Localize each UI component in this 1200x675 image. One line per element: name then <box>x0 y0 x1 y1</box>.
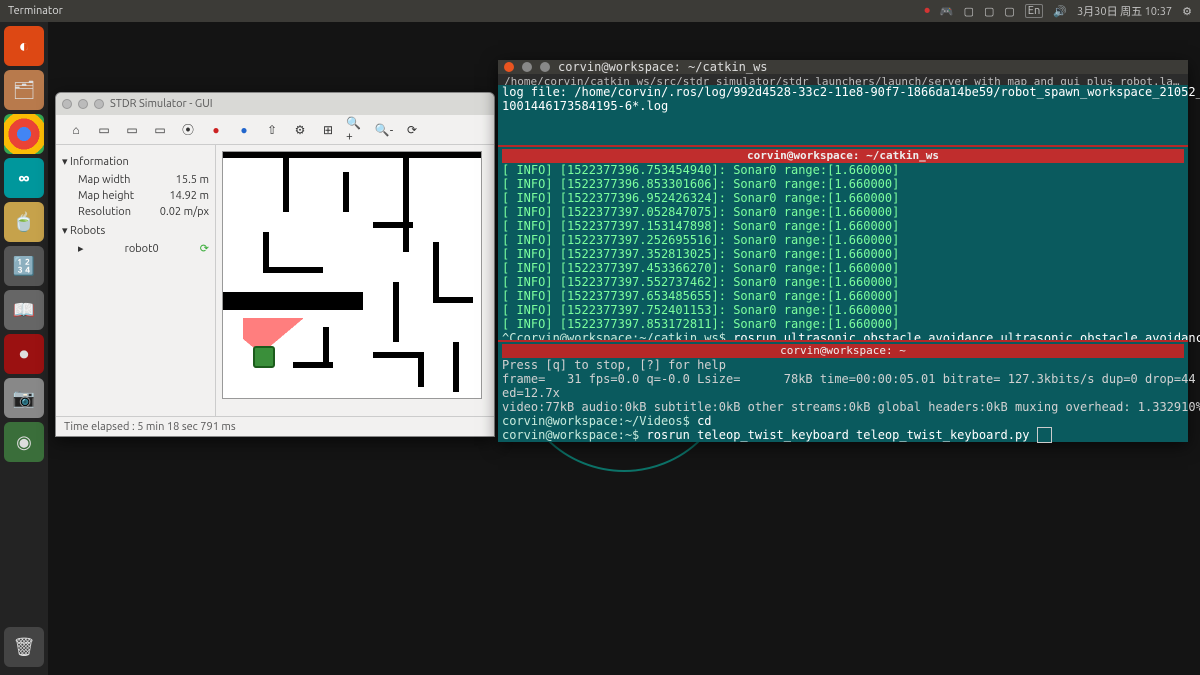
tool-grid-icon[interactable]: ⊞ <box>318 120 338 140</box>
tool-refresh-icon[interactable]: ⟳ <box>402 120 422 140</box>
stdr-title: STDR Simulator - GUI <box>110 98 213 110</box>
launcher-recorder[interactable]: ⏺ <box>4 334 44 374</box>
launcher-calculator[interactable]: 🔢 <box>4 246 44 286</box>
launcher-camera[interactable]: 📷 <box>4 378 44 418</box>
stdr-status: Time elapsed : 5 min 18 sec 791 ms <box>56 416 494 436</box>
stdr-titlebar[interactable]: STDR Simulator - GUI <box>56 93 494 115</box>
terminator-titlebar[interactable]: corvin@workspace: ~/catkin_ws <box>498 60 1188 74</box>
tool-zoom-in-icon[interactable]: 🔍+ <box>346 120 366 140</box>
launcher-dash[interactable]: ◐ <box>4 26 44 66</box>
tool-zoom-out-icon[interactable]: 🔍- <box>374 120 394 140</box>
close-icon[interactable] <box>62 99 72 109</box>
robot-reload-icon[interactable]: ⟳ <box>200 241 209 257</box>
stdr-sidebar: ▾ Information Map width15.5 m Map height… <box>56 145 216 416</box>
unity-launcher: ◐ 🗂 ∞ 🍵 🔢 📖 ⏺ 📷 ◉ 🗑 <box>0 22 48 675</box>
tool-home-icon[interactable]: ⌂ <box>66 120 86 140</box>
tool-red-dot-icon[interactable]: ● <box>206 120 226 140</box>
tool-rect1-icon[interactable]: ▭ <box>94 120 114 140</box>
tool-gear-icon[interactable]: ⚙ <box>290 120 310 140</box>
bot-prompt-line-2: corvin@workspace:~$ rosrun teleop_twist_… <box>502 428 1184 442</box>
launcher-books[interactable]: 📖 <box>4 290 44 330</box>
sq1-icon[interactable]: ▢ <box>964 5 974 18</box>
map-width-row: Map width15.5 m <box>62 172 209 188</box>
terminator-window[interactable]: corvin@workspace: ~/catkin_ws /home/corv… <box>498 60 1188 442</box>
terminal-pane-mid[interactable]: corvin@workspace: ~/catkin_ws [ INFO] [1… <box>498 145 1188 340</box>
maximize-icon[interactable] <box>94 99 104 109</box>
resolution-row: Resolution0.02 m/px <box>62 204 209 220</box>
map-height-row: Map height14.92 m <box>62 188 209 204</box>
maximize-icon[interactable] <box>540 62 550 72</box>
launcher-files[interactable]: 🗂 <box>4 70 44 110</box>
bot-pane-banner: corvin@workspace: ~ <box>502 344 1184 358</box>
sq2-icon[interactable]: ▢ <box>984 5 994 18</box>
tool-blue-dot-icon[interactable]: ● <box>234 120 254 140</box>
mid-output: [ INFO] [1522377396.753454940]: Sonar0 r… <box>502 163 1184 331</box>
robot-marker[interactable] <box>243 318 303 378</box>
minimize-icon[interactable] <box>522 62 532 72</box>
controller-icon[interactable]: 🎮 <box>940 5 954 18</box>
launcher-arduino[interactable]: ∞ <box>4 158 44 198</box>
bot-prompt-line-1: corvin@workspace:~/Videos$ cd <box>502 414 1184 428</box>
menubar-app-name: Terminator <box>8 5 924 17</box>
tool-target-icon[interactable]: ⦿ <box>178 120 198 140</box>
minimize-icon[interactable] <box>78 99 88 109</box>
mid-pane-banner: corvin@workspace: ~/catkin_ws <box>502 149 1184 163</box>
close-icon[interactable] <box>504 62 514 72</box>
terminal-pane-top[interactable]: log file: /home/corvin/.ros/log/992d4528… <box>498 85 1188 145</box>
launcher-green-app[interactable]: ◉ <box>4 422 44 462</box>
stdr-window[interactable]: STDR Simulator - GUI ⌂ ▭ ▭ ▭ ⦿ ● ● ⇧ ⚙ ⊞… <box>55 92 495 437</box>
robot0-row[interactable]: ▸ robot0⟳ <box>62 241 209 257</box>
volume-icon[interactable]: 🔊 <box>1053 5 1067 18</box>
lang-indicator[interactable]: En <box>1025 4 1043 18</box>
cursor-block <box>1037 427 1052 443</box>
terminator-tab[interactable]: /home/corvin/catkin_ws/src/stdr_simulato… <box>498 74 1188 85</box>
clock[interactable]: 3月30日 周五 10:37 <box>1077 3 1172 19</box>
rec-icon[interactable]: ⏺ <box>924 5 930 18</box>
launcher-teapot[interactable]: 🍵 <box>4 202 44 242</box>
terminal-pane-bot[interactable]: corvin@workspace: ~ Press [q] to stop, [… <box>498 340 1188 442</box>
terminator-title: corvin@workspace: ~/catkin_ws <box>558 60 768 74</box>
bot-output: Press [q] to stop, [?] for help frame= 3… <box>502 358 1184 414</box>
stdr-map-canvas[interactable] <box>222 151 482 399</box>
robots-header[interactable]: ▾ Robots <box>62 224 209 237</box>
info-header[interactable]: ▾ Information <box>62 155 209 168</box>
tool-rect2-icon[interactable]: ▭ <box>122 120 142 140</box>
gear-icon[interactable]: ⚙ <box>1182 5 1192 18</box>
sq3-icon[interactable]: ▢ <box>1004 5 1014 18</box>
launcher-chrome[interactable] <box>4 114 44 154</box>
top-output: log file: /home/corvin/.ros/log/992d4528… <box>502 85 1184 113</box>
menubar-tray: ⏺ 🎮 ▢ ▢ ▢ En 🔊 3月30日 周五 10:37 ⚙ <box>924 3 1192 19</box>
tool-rect3-icon[interactable]: ▭ <box>150 120 170 140</box>
launcher-trash[interactable]: 🗑 <box>4 627 44 667</box>
menubar: Terminator ⏺ 🎮 ▢ ▢ ▢ En 🔊 3月30日 周五 10:37… <box>0 0 1200 22</box>
tool-up-icon[interactable]: ⇧ <box>262 120 282 140</box>
stdr-toolbar: ⌂ ▭ ▭ ▭ ⦿ ● ● ⇧ ⚙ ⊞ 🔍+ 🔍- ⟳ <box>56 115 494 145</box>
